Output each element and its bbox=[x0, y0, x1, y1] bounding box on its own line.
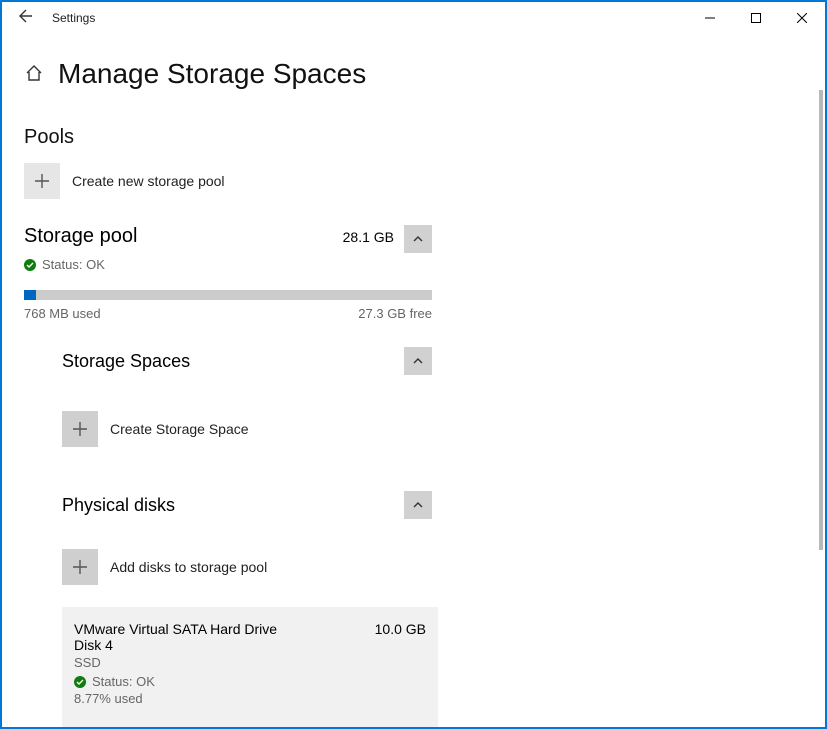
disk-top-row: VMware Virtual SATA Hard Drive Disk 4 10… bbox=[74, 621, 426, 653]
create-space-button[interactable] bbox=[62, 411, 98, 447]
add-disks-label: Add disks to storage pool bbox=[110, 559, 267, 575]
storage-spaces-block: Storage Spaces Create Storage Space bbox=[62, 347, 432, 447]
storage-pool-block: Storage pool 28.1 GB Status: OK 768 MB u… bbox=[24, 225, 432, 321]
chevron-up-icon bbox=[413, 356, 423, 366]
disk-type: SSD bbox=[74, 655, 426, 670]
collapse-pool-button[interactable] bbox=[404, 225, 432, 253]
arrow-left-icon bbox=[18, 8, 34, 24]
physical-disks-block: Physical disks Add disks to storage pool bbox=[62, 491, 432, 585]
storage-pool-status: Status: OK bbox=[24, 257, 432, 272]
maximize-icon bbox=[751, 13, 761, 23]
create-space-row[interactable]: Create Storage Space bbox=[62, 411, 432, 447]
physical-disks-heading: Physical disks bbox=[62, 495, 175, 516]
page-header: Manage Storage Spaces bbox=[24, 58, 803, 90]
close-icon bbox=[797, 13, 807, 23]
back-button[interactable] bbox=[6, 2, 46, 34]
chevron-up-icon bbox=[413, 234, 423, 244]
scrollbar[interactable] bbox=[819, 90, 823, 550]
usage-free: 27.3 GB free bbox=[358, 306, 432, 321]
page-title: Manage Storage Spaces bbox=[58, 58, 366, 90]
collapse-spaces-button[interactable] bbox=[404, 347, 432, 375]
storage-spaces-heading: Storage Spaces bbox=[62, 351, 190, 372]
storage-spaces-header[interactable]: Storage Spaces bbox=[62, 347, 432, 375]
window-title: Settings bbox=[52, 11, 95, 25]
plus-icon bbox=[73, 422, 87, 436]
pools-heading: Pools bbox=[24, 126, 803, 149]
window-controls bbox=[687, 2, 825, 34]
storage-pool-header[interactable]: Storage pool 28.1 GB bbox=[24, 225, 432, 253]
usage-bar bbox=[24, 290, 432, 300]
usage-fill bbox=[24, 290, 36, 300]
disk-status: Status: OK bbox=[74, 674, 426, 689]
add-disks-row[interactable]: Add disks to storage pool bbox=[62, 549, 432, 585]
plus-icon bbox=[35, 174, 49, 188]
disk-size: 10.0 GB bbox=[375, 621, 426, 653]
usage-used: 768 MB used bbox=[24, 306, 101, 321]
status-label: Status: OK bbox=[42, 257, 105, 272]
plus-icon bbox=[73, 560, 87, 574]
status-ok-icon bbox=[24, 259, 36, 271]
maximize-button[interactable] bbox=[733, 2, 779, 34]
collapse-disks-button[interactable] bbox=[404, 491, 432, 519]
create-pool-row[interactable]: Create new storage pool bbox=[24, 163, 803, 199]
physical-disks-header[interactable]: Physical disks bbox=[62, 491, 432, 519]
create-pool-label: Create new storage pool bbox=[72, 173, 225, 189]
minimize-button[interactable] bbox=[687, 2, 733, 34]
create-space-label: Create Storage Space bbox=[110, 421, 249, 437]
minimize-icon bbox=[705, 13, 715, 23]
disk-status-label: Status: OK bbox=[92, 674, 155, 689]
content-area: Manage Storage Spaces Pools Create new s… bbox=[2, 34, 825, 727]
disk-used: 8.77% used bbox=[74, 691, 426, 706]
add-disks-button[interactable] bbox=[62, 549, 98, 585]
home-icon[interactable] bbox=[24, 63, 44, 86]
title-bar: Settings bbox=[2, 2, 825, 34]
disk-card[interactable]: VMware Virtual SATA Hard Drive Disk 4 10… bbox=[62, 607, 438, 727]
close-button[interactable] bbox=[779, 2, 825, 34]
status-ok-icon bbox=[74, 676, 86, 688]
chevron-up-icon bbox=[413, 500, 423, 510]
storage-pool-size: 28.1 GB bbox=[343, 229, 394, 245]
disk-name: VMware Virtual SATA Hard Drive Disk 4 bbox=[74, 621, 294, 653]
create-pool-button[interactable] bbox=[24, 163, 60, 199]
usage-labels: 768 MB used 27.3 GB free bbox=[24, 306, 432, 321]
storage-pool-name: Storage pool bbox=[24, 225, 137, 248]
